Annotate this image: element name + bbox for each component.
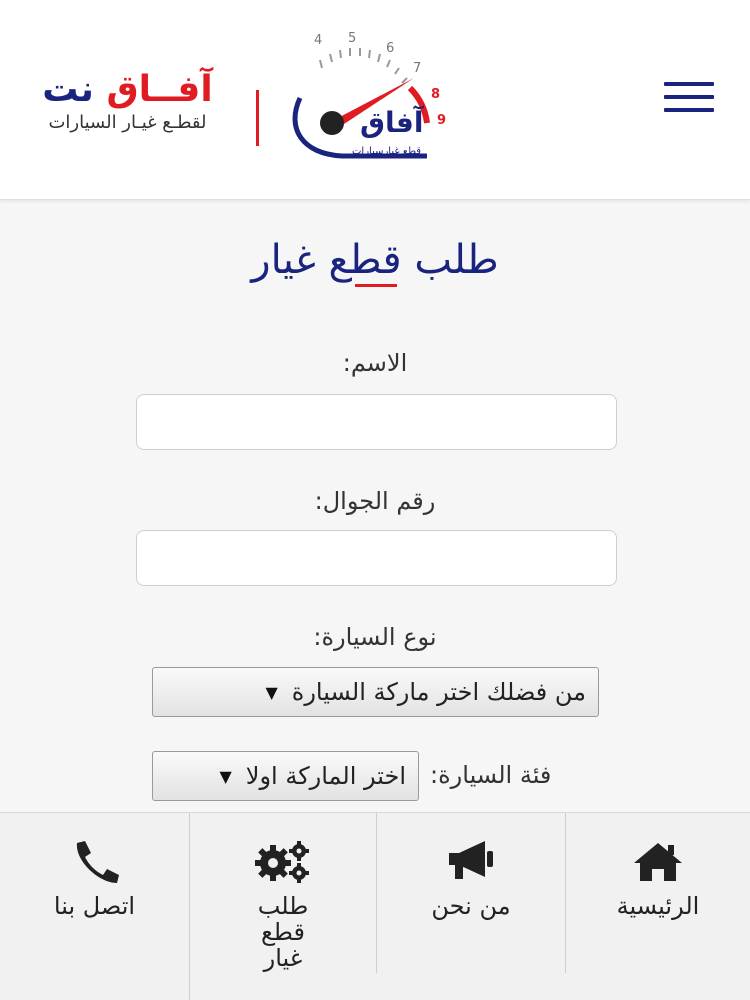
brand-name-red: آفــاق bbox=[106, 69, 213, 110]
app-header: آفــاق نت لقطـع غيـار السيارات 4 5 6 7 8… bbox=[0, 0, 750, 200]
nav-home[interactable]: الرئيسية bbox=[566, 813, 750, 1000]
nav-request-parts-label: طلب قطع غيار bbox=[257, 892, 309, 972]
car-type-select[interactable]: من فضلك اختر ماركة السيارة ▼ bbox=[152, 667, 599, 717]
title-underline bbox=[355, 284, 397, 287]
gauge-number: 6 bbox=[386, 41, 394, 56]
name-input[interactable] bbox=[136, 394, 617, 450]
brand-name-blue: نت bbox=[42, 69, 94, 110]
car-class-selected-value: اختر الماركة اولا bbox=[245, 762, 406, 790]
brand-tagline: لقطـع غيـار السيارات bbox=[48, 112, 207, 133]
gauge-number: 9 bbox=[437, 113, 446, 128]
nav-separator bbox=[565, 813, 566, 973]
phone-icon bbox=[76, 841, 119, 883]
brand-logo-text[interactable]: آفــاق نت لقطـع غيـار السيارات bbox=[20, 70, 235, 150]
nav-separator bbox=[189, 813, 190, 1000]
gears-icon bbox=[255, 841, 309, 883]
gauge-number: 7 bbox=[413, 61, 421, 76]
home-icon bbox=[634, 843, 682, 881]
name-label: الاسم: bbox=[342, 349, 408, 377]
dropdown-arrow-icon: ▼ bbox=[219, 766, 232, 786]
nav-request-parts[interactable]: طلب قطع غيار bbox=[190, 813, 376, 1000]
gauge-number: 4 bbox=[314, 33, 322, 48]
nav-home-label: الرئيسية bbox=[616, 892, 700, 920]
car-class-label: فئة السيارة: bbox=[430, 761, 552, 789]
nav-about[interactable]: من نحن bbox=[377, 813, 565, 1000]
logo-text: آفاق bbox=[360, 105, 425, 139]
nav-separator bbox=[376, 813, 377, 973]
car-class-select[interactable]: اختر الماركة اولا ▼ bbox=[152, 751, 419, 801]
mobile-input[interactable] bbox=[136, 530, 617, 586]
page-title: طلب قطع غيار bbox=[251, 237, 499, 283]
hamburger-menu-icon[interactable] bbox=[664, 82, 714, 120]
logo-subtext: قطع غيارسيارات bbox=[352, 146, 421, 157]
megaphone-icon bbox=[449, 841, 493, 879]
brand-name: آفــاق نت bbox=[20, 70, 235, 110]
bottom-navigation: الرئيسية من نحن طلب قطع غيار اتصل بنا bbox=[0, 812, 750, 1000]
car-type-label: نوع السيارة: bbox=[313, 623, 437, 651]
speedometer-logo-icon[interactable]: 4 5 6 7 8 9 آفاق قطع غيارسيارات bbox=[282, 28, 452, 168]
nav-contact-label: اتصل بنا bbox=[53, 892, 136, 920]
car-type-selected-value: من فضلك اختر ماركة السيارة bbox=[291, 678, 586, 706]
gauge-number: 5 bbox=[348, 31, 356, 46]
nav-contact[interactable]: اتصل بنا bbox=[0, 813, 189, 1000]
gauge-number: 8 bbox=[431, 87, 440, 102]
nav-about-label: من نحن bbox=[431, 892, 511, 920]
dropdown-arrow-icon: ▼ bbox=[265, 682, 278, 702]
brand-divider bbox=[256, 90, 259, 146]
mobile-label: رقم الجوال: bbox=[314, 487, 436, 515]
